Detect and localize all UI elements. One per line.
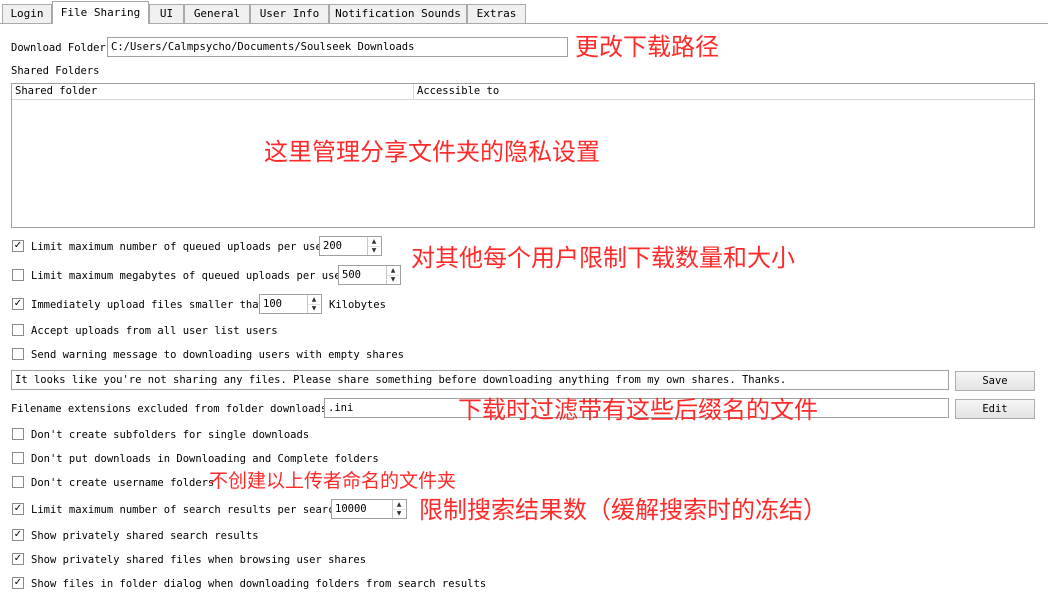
spinbox-arrows[interactable]: ▲ ▼ bbox=[392, 500, 406, 518]
spin-down-icon[interactable]: ▼ bbox=[393, 509, 405, 518]
tab-extras[interactable]: Extras bbox=[467, 4, 526, 23]
download-folder-label: Download Folder bbox=[11, 42, 106, 54]
queued-uploads-spinbox[interactable]: 200 ▲ ▼ bbox=[319, 236, 382, 256]
spinbox-arrows[interactable]: ▲ ▼ bbox=[367, 237, 381, 255]
limit-search-results-label: Limit maximum number of search results p… bbox=[31, 504, 341, 516]
immediately-upload-label: Immediately upload files smaller than bbox=[31, 299, 265, 311]
search-results-spinbox[interactable]: 10000 ▲ ▼ bbox=[331, 499, 407, 519]
no-downloading-complete-label: Don't put downloads in Downloading and C… bbox=[31, 453, 379, 465]
annotation-privacy: 这里管理分享文件夹的隐私设置 bbox=[264, 138, 600, 166]
limit-queued-uploads-label: Limit maximum number of queued uploads p… bbox=[31, 241, 329, 253]
spin-down-icon[interactable]: ▼ bbox=[308, 304, 320, 313]
spinbox-value: 200 bbox=[323, 240, 342, 252]
column-shared-folder[interactable]: Shared folder bbox=[12, 84, 413, 99]
limit-megabytes-checkbox[interactable] bbox=[12, 269, 24, 281]
table-header: Shared folder Accessible to bbox=[12, 84, 1034, 100]
spinbox-arrows[interactable]: ▲ ▼ bbox=[386, 266, 400, 284]
annotation-limit-results: 限制搜索结果数（缓解搜索时的冻结） bbox=[419, 496, 827, 524]
tab-notification-sounds[interactable]: Notification Sounds bbox=[329, 4, 467, 23]
limit-search-results-checkbox[interactable]: ✓ bbox=[12, 503, 24, 515]
spin-down-icon[interactable]: ▼ bbox=[368, 246, 380, 255]
tab-general[interactable]: General bbox=[184, 4, 250, 23]
show-private-browse-checkbox[interactable]: ✓ bbox=[12, 553, 24, 565]
show-private-browse-label: Show privately shared files when browsin… bbox=[31, 554, 367, 566]
no-subfolders-checkbox[interactable] bbox=[12, 428, 24, 440]
annotation-no-folders: 不创建以上传者命名的文件夹 bbox=[209, 470, 457, 492]
tab-user-info[interactable]: User Info bbox=[250, 4, 329, 23]
save-button[interactable]: Save bbox=[955, 371, 1035, 391]
megabytes-spinbox[interactable]: 500 ▲ ▼ bbox=[338, 265, 401, 285]
send-warning-label: Send warning message to downloading user… bbox=[31, 349, 404, 361]
tab-bar-line bbox=[0, 23, 1048, 24]
no-downloading-complete-checkbox[interactable] bbox=[12, 452, 24, 464]
tab-login[interactable]: Login bbox=[2, 4, 52, 23]
show-private-search-checkbox[interactable]: ✓ bbox=[12, 529, 24, 541]
spinbox-value: 100 bbox=[263, 298, 282, 310]
tab-bar: Login File Sharing UI General User Info … bbox=[0, 0, 1048, 24]
limit-megabytes-label: Limit maximum megabytes of queued upload… bbox=[31, 270, 348, 282]
accept-uploads-checkbox[interactable] bbox=[12, 324, 24, 336]
edit-button[interactable]: Edit bbox=[955, 399, 1035, 419]
accept-uploads-label: Accept uploads from all user list users bbox=[31, 325, 278, 337]
no-username-folders-label: Don't create username folders bbox=[31, 477, 215, 489]
annotation-per-user-limit: 对其他每个用户限制下载数量和大小 bbox=[411, 244, 795, 272]
tab-ui[interactable]: UI bbox=[149, 4, 184, 23]
spinbox-value: 500 bbox=[342, 269, 361, 281]
tab-file-sharing[interactable]: File Sharing bbox=[52, 1, 149, 24]
column-accessible-to[interactable]: Accessible to bbox=[413, 84, 1034, 99]
spin-down-icon[interactable]: ▼ bbox=[387, 275, 399, 284]
spinbox-arrows[interactable]: ▲ ▼ bbox=[307, 295, 321, 313]
no-subfolders-label: Don't create subfolders for single downl… bbox=[31, 429, 310, 441]
limit-queued-uploads-checkbox[interactable]: ✓ bbox=[12, 240, 24, 252]
warning-message-input[interactable]: It looks like you're not sharing any fil… bbox=[11, 370, 949, 390]
no-username-folders-checkbox[interactable] bbox=[12, 476, 24, 488]
show-files-dialog-label: Show files in folder dialog when downloa… bbox=[31, 578, 487, 590]
annotation-change-path: 更改下载路径 bbox=[575, 33, 719, 61]
send-warning-checkbox[interactable] bbox=[12, 348, 24, 360]
immediately-upload-checkbox[interactable]: ✓ bbox=[12, 298, 24, 310]
excluded-extensions-label: Filename extensions excluded from folder… bbox=[11, 403, 334, 415]
spinbox-value: 10000 bbox=[335, 503, 367, 515]
immediate-upload-spinbox[interactable]: 100 ▲ ▼ bbox=[259, 294, 322, 314]
show-files-dialog-checkbox[interactable]: ✓ bbox=[12, 577, 24, 589]
kilobytes-label: Kilobytes bbox=[329, 299, 386, 311]
show-private-search-label: Show privately shared search results bbox=[31, 530, 259, 542]
annotation-filter-ext: 下载时过滤带有这些后缀名的文件 bbox=[458, 396, 818, 424]
shared-folders-label: Shared Folders bbox=[11, 65, 100, 77]
download-folder-input[interactable]: C:/Users/Calmpsycho/Documents/Soulseek D… bbox=[107, 37, 568, 57]
